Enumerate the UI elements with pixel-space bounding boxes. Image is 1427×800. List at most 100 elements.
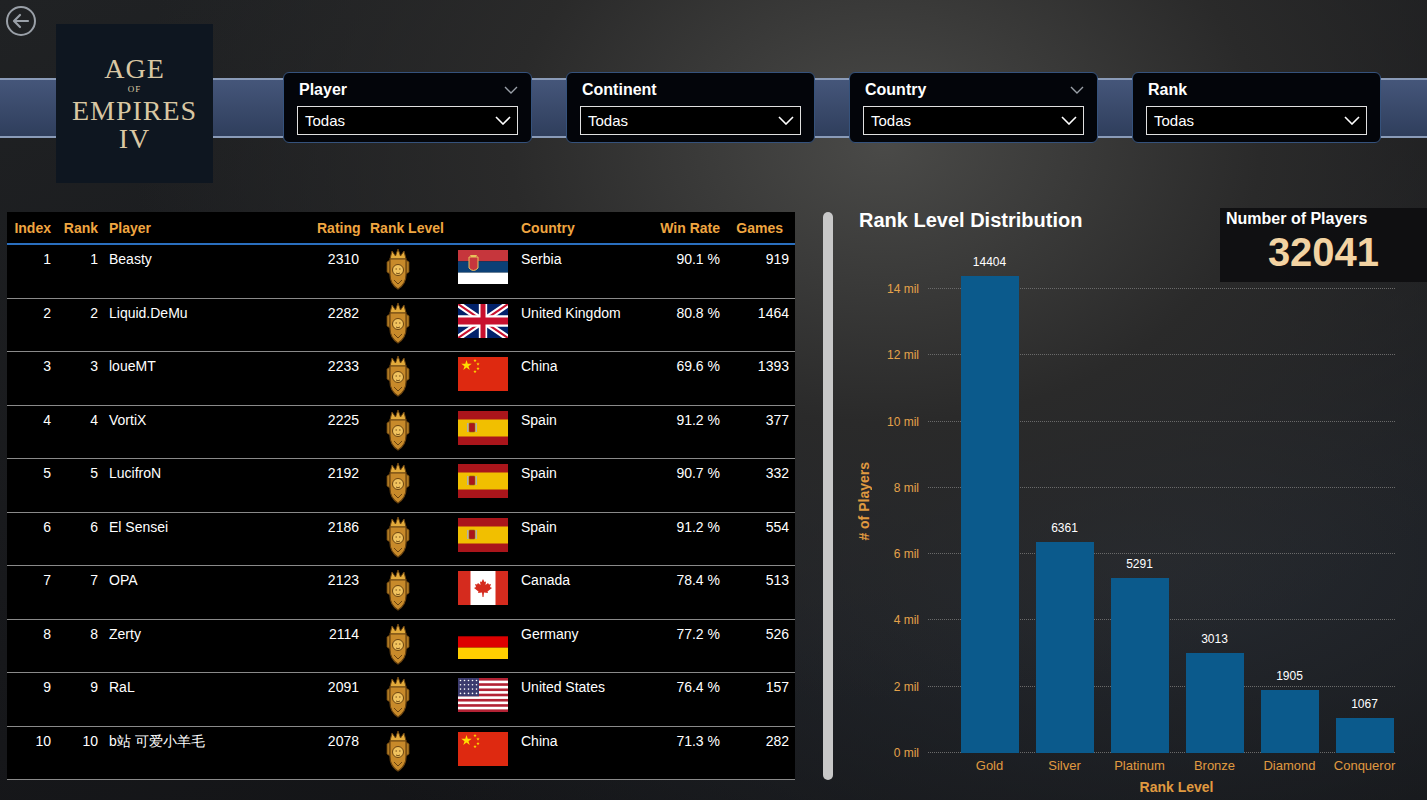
rank-level-cell bbox=[365, 673, 445, 718]
index-cell: 5 bbox=[7, 459, 57, 481]
column-header[interactable]: Player bbox=[103, 220, 317, 236]
spain-flag-icon bbox=[458, 464, 508, 498]
logo-text: OF bbox=[128, 85, 142, 94]
y-tick-label: 12 mil bbox=[887, 348, 919, 362]
back-arrow-icon bbox=[5, 5, 37, 37]
games-cell: 282 bbox=[725, 727, 795, 749]
x-axis: GoldSilverPlatinumBronzeDiamondConqueror bbox=[925, 753, 1401, 774]
flag-cell bbox=[445, 673, 515, 712]
flag-cell bbox=[445, 727, 515, 766]
chart-panel: Number of Players32041Rank Level Distrib… bbox=[846, 208, 1427, 796]
index-cell: 4 bbox=[7, 406, 57, 428]
games-cell: 377 bbox=[725, 406, 795, 428]
column-header[interactable]: Rank Level bbox=[365, 220, 445, 236]
table-row[interactable]: 33loueMT2233China69.6 %1393 bbox=[7, 352, 795, 406]
rating-cell: 2225 bbox=[317, 406, 365, 428]
flag-cell bbox=[445, 299, 515, 338]
rank-cell: 7 bbox=[57, 566, 103, 588]
column-header[interactable]: Index bbox=[7, 220, 57, 236]
conqueror-rank-icon bbox=[385, 248, 411, 290]
column-header[interactable]: Games bbox=[725, 220, 795, 236]
back-button[interactable] bbox=[5, 5, 37, 37]
filter-dropdown[interactable]: Todas bbox=[580, 106, 801, 135]
conqueror-rank-icon bbox=[385, 355, 411, 397]
bar[interactable] bbox=[961, 276, 1019, 753]
rank-level-cell bbox=[365, 727, 445, 772]
table-row[interactable]: 44VortiX2225Spain91.2 %377 bbox=[7, 406, 795, 460]
rank-level-cell bbox=[365, 406, 445, 451]
serbia-flag-icon bbox=[458, 250, 508, 284]
rank-level-cell bbox=[365, 566, 445, 611]
y-tick-label: 14 mil bbox=[887, 282, 919, 296]
spain-flag-icon bbox=[458, 518, 508, 552]
flag-cell bbox=[445, 245, 515, 284]
header: AGEOFEMPIRESIVPlayerTodasContinentTodasC… bbox=[0, 0, 1427, 208]
table-row[interactable]: 22Liquid.DeMu2282United Kingdom80.8 %146… bbox=[7, 299, 795, 353]
games-cell: 1464 bbox=[725, 299, 795, 321]
player-cell: RaL bbox=[103, 673, 317, 695]
table-scrollbar[interactable] bbox=[823, 212, 833, 780]
column-header[interactable]: Country bbox=[515, 220, 649, 236]
canada-flag-icon bbox=[458, 571, 508, 605]
x-tick-label: Bronze bbox=[1177, 758, 1252, 774]
bar-slot: 6361 bbox=[1027, 521, 1102, 753]
column-header[interactable]: Rank bbox=[57, 220, 103, 236]
dropdown-value: Todas bbox=[1154, 112, 1194, 129]
y-tick-label: 2 mil bbox=[894, 680, 919, 694]
bar[interactable] bbox=[1336, 718, 1394, 753]
filter-label: Country bbox=[865, 81, 926, 99]
rank-cell: 5 bbox=[57, 459, 103, 481]
plot-column: 1440463615291301319051067GoldSilverPlati… bbox=[925, 250, 1401, 796]
rank-cell: 10 bbox=[57, 727, 103, 749]
table-row[interactable]: 99RaL2091United States76.4 %157 bbox=[7, 673, 795, 727]
table-row[interactable]: 11Beasty2310Serbia90.1 %919 bbox=[7, 245, 795, 299]
filter-card: PlayerTodas bbox=[283, 72, 532, 143]
rank-cell: 9 bbox=[57, 673, 103, 695]
filter-dropdown[interactable]: Todas bbox=[863, 106, 1084, 135]
filter-header: Rank bbox=[1146, 80, 1367, 99]
filter-dropdown[interactable]: Todas bbox=[297, 106, 518, 135]
games-cell: 332 bbox=[725, 459, 795, 481]
index-cell: 2 bbox=[7, 299, 57, 321]
column-header[interactable]: Win Rate bbox=[649, 220, 725, 236]
flag-cell bbox=[445, 352, 515, 391]
games-cell: 513 bbox=[725, 566, 795, 588]
table-row[interactable]: 1010b站 可爱小羊毛2078China71.3 %282 bbox=[7, 727, 795, 781]
win-rate-cell: 90.1 % bbox=[649, 245, 725, 267]
win-rate-cell: 91.2 % bbox=[649, 513, 725, 535]
games-cell: 919 bbox=[725, 245, 795, 267]
bar[interactable] bbox=[1111, 578, 1169, 753]
bar-value-label: 6361 bbox=[1051, 521, 1078, 535]
column-header[interactable]: Rating bbox=[317, 220, 365, 236]
player-cell: Beasty bbox=[103, 245, 317, 267]
table-row[interactable]: 77OPA2123Canada78.4 %513 bbox=[7, 566, 795, 620]
bar-value-label: 1067 bbox=[1351, 697, 1378, 711]
bar[interactable] bbox=[1186, 653, 1244, 753]
table-row[interactable]: 88Zerty2114Germany77.2 %526 bbox=[7, 620, 795, 674]
filter-header: Continent bbox=[580, 80, 801, 99]
bar[interactable] bbox=[1036, 542, 1094, 753]
bar-slot: 5291 bbox=[1102, 557, 1177, 753]
win-rate-cell: 69.6 % bbox=[649, 352, 725, 374]
player-cell: VortiX bbox=[103, 406, 317, 428]
chevron-down-icon[interactable] bbox=[504, 86, 518, 94]
ranking-table: IndexRankPlayerRatingRank Level CountryWi… bbox=[7, 212, 795, 780]
rank-level-cell bbox=[365, 352, 445, 397]
player-cell: El Sensei bbox=[103, 513, 317, 535]
country-cell: Serbia bbox=[515, 245, 649, 267]
conqueror-rank-icon bbox=[385, 462, 411, 504]
player-cell: Liquid.DeMu bbox=[103, 299, 317, 321]
bar-value-label: 1905 bbox=[1276, 669, 1303, 683]
uk-flag-icon bbox=[458, 304, 508, 338]
dropdown-value: Todas bbox=[588, 112, 628, 129]
chevron-down-icon[interactable] bbox=[1070, 86, 1084, 94]
bar[interactable] bbox=[1261, 690, 1319, 753]
table-row[interactable]: 55LucifroN2192Spain90.7 %332 bbox=[7, 459, 795, 513]
rank-level-cell bbox=[365, 245, 445, 290]
win-rate-cell: 80.8 % bbox=[649, 299, 725, 321]
filter-dropdown[interactable]: Todas bbox=[1146, 106, 1367, 135]
table-row[interactable]: 66El Sensei2186Spain91.2 %554 bbox=[7, 513, 795, 567]
rank-level-cell bbox=[365, 299, 445, 344]
dropdown-value: Todas bbox=[305, 112, 345, 129]
scrollbar-thumb[interactable] bbox=[823, 212, 833, 780]
